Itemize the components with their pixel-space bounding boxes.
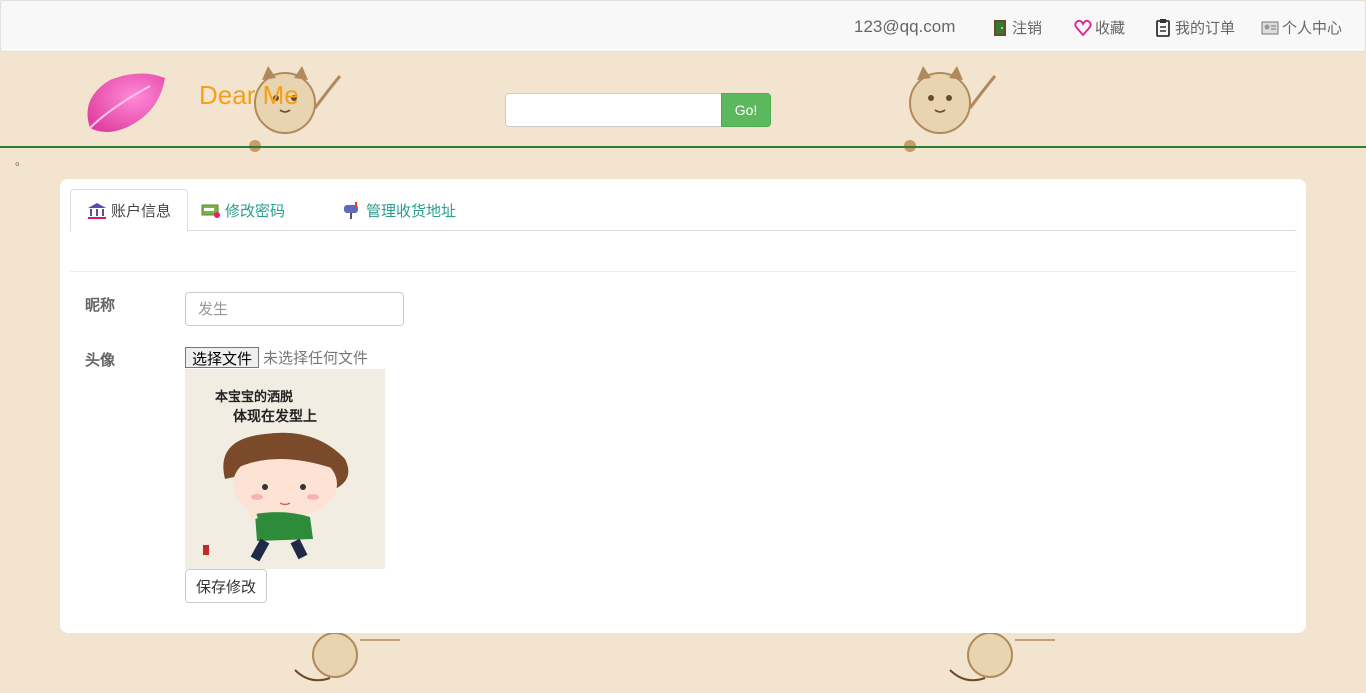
user-center-link[interactable]: 个人中心 [1260, 17, 1342, 38]
favorites-link[interactable]: 收藏 [1073, 17, 1125, 38]
bank-icon [87, 201, 107, 221]
stray-dot-text: 。 [15, 154, 28, 168]
tab-account-info-label: 账户信息 [111, 203, 172, 220]
logout-label: 注销 [1012, 20, 1043, 37]
background-cat-icon [240, 58, 350, 168]
nickname-label: 昵称 [85, 296, 116, 314]
logout-door-icon [990, 18, 1010, 38]
account-panel: 账户信息 修改密码 管理收货地址 昵称 头像 选择文件 未选择任何文件 本宝宝的… [60, 179, 1306, 633]
tab-change-password-label: 修改密码 [225, 202, 286, 220]
tab-manage-address-label: 管理收货地址 [366, 202, 457, 220]
avatar-caption-line1: 本宝宝的洒脱 [215, 389, 293, 405]
clipboard-icon [1153, 18, 1173, 38]
background-cat-icon [290, 630, 410, 690]
user-center-label: 个人中心 [1282, 20, 1343, 37]
user-center-icon [1260, 18, 1280, 38]
user-email[interactable]: 123@qq.com [854, 17, 955, 37]
top-navbar: 123@qq.com 注销 收藏 我的订单 个人中心 [0, 0, 1366, 52]
tab-bar: 账户信息 修改密码 管理收货地址 [70, 189, 1296, 232]
search-go-button[interactable]: Go! [721, 93, 771, 127]
my-orders-label: 我的订单 [1175, 20, 1236, 37]
tab-change-password[interactable]: 修改密码 [185, 189, 301, 231]
heart-icon [1073, 18, 1093, 38]
tab-manage-address[interactable]: 管理收货地址 [326, 189, 472, 231]
avatar-image: 本宝宝的洒脱 体现在发型上 [185, 369, 385, 569]
file-status-text: 未选择任何文件 [263, 350, 369, 367]
tab-account-info[interactable]: 账户信息 [70, 189, 189, 232]
mailbox-icon [342, 200, 362, 220]
petal-logo-icon [80, 68, 180, 148]
my-orders-link[interactable]: 我的订单 [1153, 17, 1235, 38]
avatar-label: 头像 [85, 351, 116, 369]
nickname-input[interactable] [185, 292, 404, 326]
choose-file-button[interactable]: 选择文件 [185, 347, 260, 368]
header-divider [0, 146, 1366, 148]
favorites-label: 收藏 [1095, 20, 1126, 37]
search-input[interactable] [505, 93, 722, 127]
brand-title[interactable]: Dear Me [199, 80, 299, 111]
background-cat-icon [945, 630, 1065, 690]
save-changes-button[interactable]: 保存修改 [185, 569, 267, 603]
section-divider [70, 271, 1296, 272]
logout-link[interactable]: 注销 [990, 17, 1042, 38]
avatar-caption-line2: 体现在发型上 [233, 408, 317, 425]
background-cat-icon [895, 58, 1005, 168]
file-picker: 选择文件 未选择任何文件 [185, 347, 368, 368]
password-card-icon [201, 200, 221, 220]
